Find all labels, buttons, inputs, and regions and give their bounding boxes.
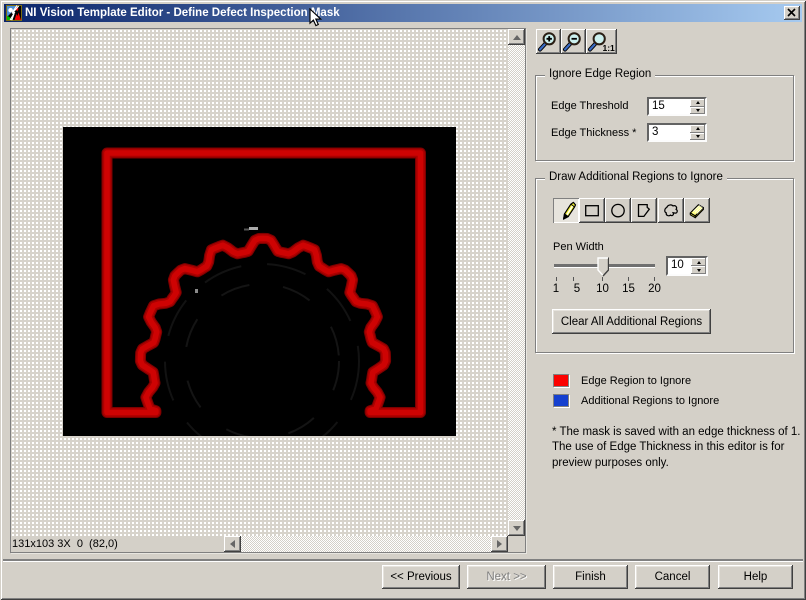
svg-text:1:1: 1:1 (603, 43, 616, 53)
